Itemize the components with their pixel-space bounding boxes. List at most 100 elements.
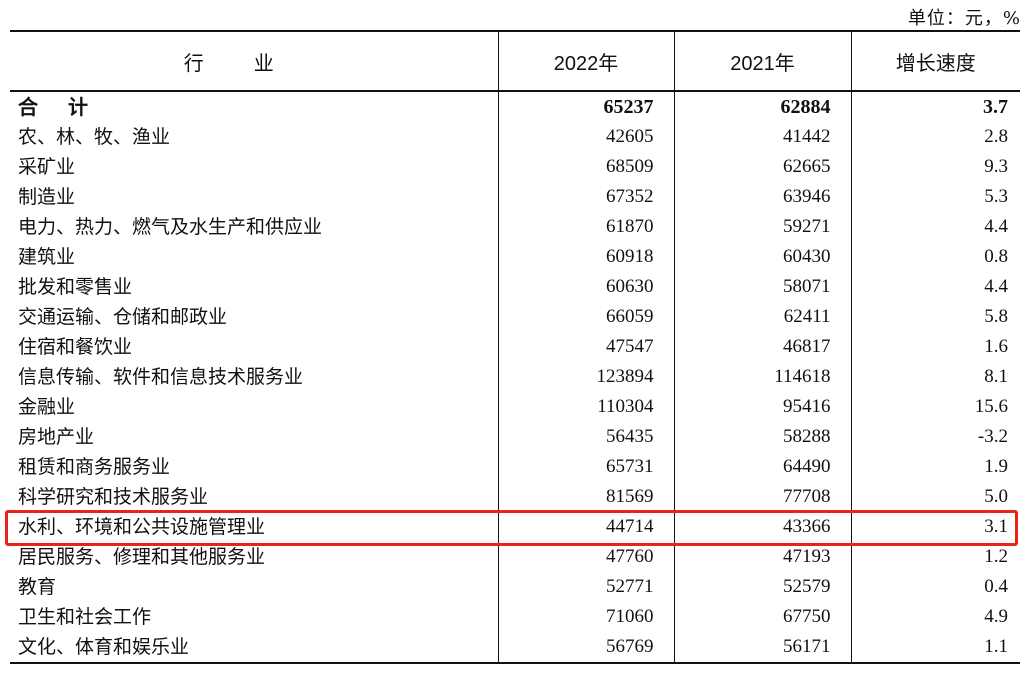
row-growth: 1.1 — [850, 632, 1020, 664]
header-industry: 行业 — [10, 30, 498, 92]
table-row: 居民服务、修理和其他服务业 47760 47193 1.2 — [10, 542, 1020, 572]
table-row: 批发和零售业 60630 58071 4.4 — [10, 272, 1020, 302]
row-value-2022: 56435 — [497, 422, 674, 452]
table-row: 信息传输、软件和信息技术服务业 123894 114618 8.1 — [10, 362, 1020, 392]
table-row: 文化、体育和娱乐业 56769 56171 1.1 — [10, 632, 1020, 664]
row-name: 房地产业 — [18, 426, 95, 448]
row-value-2021: 63946 — [673, 182, 851, 212]
row-growth: 5.0 — [850, 482, 1020, 512]
row-value-2022: 44714 — [497, 512, 674, 542]
table-row: 卫生和社会工作 71060 67750 4.9 — [10, 602, 1020, 632]
table-row: 科学研究和技术服务业 81569 77708 5.0 — [10, 482, 1020, 512]
row-value-2021: 41442 — [673, 122, 851, 152]
table-row: 交通运输、仓储和邮政业 66059 62411 5.8 — [10, 302, 1020, 332]
row-name: 农、林、牧、渔业 — [18, 126, 171, 148]
row-name: 建筑业 — [18, 246, 76, 268]
row-name: 文化、体育和娱乐业 — [10, 632, 498, 664]
row-name: 采矿业 — [18, 156, 76, 178]
table-row: 农、林、牧、渔业 42605 41442 2.8 — [10, 122, 1020, 152]
row-value-2022: 60918 — [497, 242, 674, 272]
row-value-2021: 64490 — [673, 452, 851, 482]
table-row: 采矿业 68509 62665 9.3 — [10, 152, 1020, 182]
wage-table-container: 行业 2022年 2021年 增长速度 合计 65237 62884 3.7 农… — [10, 30, 1020, 664]
row-growth: 8.1 — [850, 362, 1020, 392]
wage-table: 行业 2022年 2021年 增长速度 合计 65237 62884 3.7 农… — [10, 30, 1020, 664]
row-name: 信息传输、软件和信息技术服务业 — [18, 366, 304, 388]
table-row: 电力、热力、燃气及水生产和供应业 61870 59271 4.4 — [10, 212, 1020, 242]
row-value-2022: 66059 — [497, 302, 674, 332]
row-growth: -3.2 — [850, 422, 1020, 452]
row-value-2022: 52771 — [497, 572, 674, 602]
row-value-2022: 61870 — [497, 212, 674, 242]
table-row-total: 合计 65237 62884 3.7 — [10, 91, 1020, 122]
row-value-2021: 58288 — [673, 422, 851, 452]
row-value-2021: 46817 — [673, 332, 851, 362]
table-row: 住宿和餐饮业 47547 46817 1.6 — [10, 332, 1020, 362]
row-value-2021: 62884 — [673, 91, 851, 122]
row-name: 水利、环境和公共设施管理业 — [18, 516, 266, 538]
row-growth: 4.9 — [850, 602, 1020, 632]
table-row-highlighted: 水利、环境和公共设施管理业 44714 43366 3.1 — [10, 512, 1020, 542]
row-growth: 5.3 — [850, 182, 1020, 212]
row-value-2022: 81569 — [497, 482, 674, 512]
row-growth: 1.6 — [850, 332, 1020, 362]
header-2022: 2022年 — [497, 30, 674, 92]
row-value-2021: 62665 — [673, 152, 851, 182]
row-name: 制造业 — [18, 186, 76, 208]
row-value-2021: 77708 — [673, 482, 851, 512]
row-value-2022: 47760 — [497, 542, 674, 572]
table-header: 行业 2022年 2021年 增长速度 — [10, 30, 1020, 92]
row-name: 科学研究和技术服务业 — [18, 486, 209, 508]
row-growth: 3.1 — [850, 512, 1020, 542]
unit-label: 单位：元，% — [907, 8, 1021, 29]
table-row: 建筑业 60918 60430 0.8 — [10, 242, 1020, 272]
row-value-2021: 67750 — [673, 602, 851, 632]
table-body: 合计 65237 62884 3.7 农、林、牧、渔业 42605 41442 … — [10, 91, 1020, 664]
row-value-2021: 56171 — [673, 632, 851, 664]
row-name: 居民服务、修理和其他服务业 — [18, 546, 266, 568]
table-row: 制造业 67352 63946 5.3 — [10, 182, 1020, 212]
row-name: 住宿和餐饮业 — [18, 336, 133, 358]
row-value-2021: 59271 — [673, 212, 851, 242]
row-name: 租赁和商务服务业 — [18, 456, 171, 478]
header-growth: 增长速度 — [850, 30, 1020, 92]
row-name: 合计 — [18, 95, 118, 119]
header-row: 行业 2022年 2021年 增长速度 — [10, 30, 1020, 92]
row-value-2021: 62411 — [673, 302, 851, 332]
row-value-2021: 95416 — [673, 392, 851, 422]
row-growth: 9.3 — [850, 152, 1020, 182]
row-value-2022: 47547 — [497, 332, 674, 362]
header-2021: 2021年 — [673, 30, 851, 92]
row-growth: 4.4 — [850, 212, 1020, 242]
row-name: 教育 — [18, 576, 57, 598]
table-row: 教育 52771 52579 0.4 — [10, 572, 1020, 602]
row-growth: 4.4 — [850, 272, 1020, 302]
row-value-2021: 47193 — [673, 542, 851, 572]
row-value-2022: 67352 — [497, 182, 674, 212]
table-row: 金融业 110304 95416 15.6 — [10, 392, 1020, 422]
row-value-2022: 123894 — [497, 362, 674, 392]
table-row: 房地产业 56435 58288 -3.2 — [10, 422, 1020, 452]
row-growth: 0.8 — [850, 242, 1020, 272]
row-growth: 2.8 — [850, 122, 1020, 152]
row-growth: 5.8 — [850, 302, 1020, 332]
row-growth: 1.9 — [850, 452, 1020, 482]
row-growth: 1.2 — [850, 542, 1020, 572]
row-value-2022: 110304 — [497, 392, 674, 422]
row-value-2022: 42605 — [497, 122, 674, 152]
row-value-2022: 65237 — [497, 91, 674, 122]
row-value-2022: 56769 — [497, 632, 674, 664]
row-value-2021: 58071 — [673, 272, 851, 302]
table-row: 租赁和商务服务业 65731 64490 1.9 — [10, 452, 1020, 482]
row-name: 交通运输、仓储和邮政业 — [18, 306, 228, 328]
row-growth: 0.4 — [850, 572, 1020, 602]
row-value-2022: 68509 — [497, 152, 674, 182]
row-value-2021: 43366 — [673, 512, 851, 542]
row-name: 电力、热力、燃气及水生产和供应业 — [18, 216, 323, 238]
row-value-2021: 114618 — [673, 362, 851, 392]
row-growth: 3.7 — [850, 91, 1020, 122]
row-growth: 15.6 — [850, 392, 1020, 422]
row-value-2022: 60630 — [497, 272, 674, 302]
row-name: 金融业 — [18, 396, 76, 418]
row-name: 卫生和社会工作 — [18, 606, 152, 628]
